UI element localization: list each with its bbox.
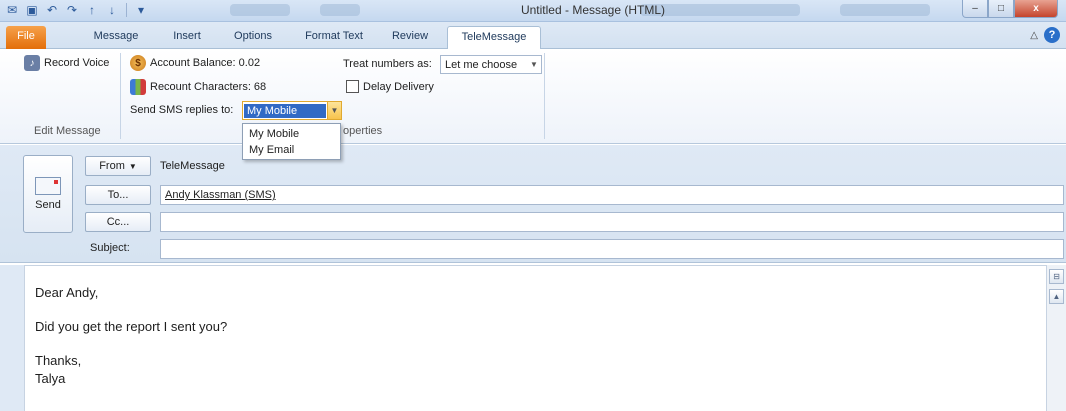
vertical-scrollbar[interactable]: ⊟ ▲ <box>1046 265 1066 411</box>
from-value: TeleMessage <box>160 160 225 172</box>
books-icon <box>130 79 146 95</box>
ribbon-body: ♪ Record Voice Edit Message $ Account Ba… <box>0 49 1066 144</box>
ruler-toggle-icon[interactable]: ⊟ <box>1049 269 1064 284</box>
delay-delivery-checkbox[interactable]: Delay Delivery <box>346 80 434 93</box>
close-button[interactable]: x <box>1014 0 1058 18</box>
send-sms-label: Send SMS replies to: <box>130 104 234 116</box>
account-balance-button[interactable]: $ Account Balance: 0.02 <box>130 55 260 71</box>
group-separator <box>120 53 121 139</box>
maximize-button[interactable]: □ <box>988 0 1014 18</box>
cc-field[interactable] <box>160 212 1064 232</box>
left-margin <box>0 265 24 411</box>
from-button[interactable]: From ▼ <box>85 156 151 176</box>
dropdown-option-my-email[interactable]: My Email <box>243 142 340 158</box>
record-voice-label: Record Voice <box>44 57 110 69</box>
send-sms-combo[interactable]: My Mobile ▼ <box>242 101 342 120</box>
ribbon-right-controls: △ ? <box>1030 27 1060 43</box>
account-balance-label: Account Balance: 0.02 <box>150 57 261 69</box>
chevron-down-icon[interactable]: ▼ <box>527 56 541 73</box>
chevron-down-icon: ▼ <box>128 161 137 171</box>
envelope-icon <box>35 177 61 195</box>
body-line: Dear Andy, <box>35 285 99 300</box>
ribbon-tabs: File Message Insert Options Format Text … <box>0 22 1066 50</box>
window-controls: – □ x <box>962 0 1058 18</box>
recount-characters-label: Recount Characters: 68 <box>150 81 267 93</box>
subject-label: Subject: <box>90 242 130 254</box>
dropdown-option-my-mobile[interactable]: My Mobile <box>243 126 340 142</box>
send-sms-value: My Mobile <box>244 103 326 118</box>
group-separator <box>544 53 545 139</box>
subject-field[interactable] <box>160 239 1064 259</box>
window-title: Untitled - Message (HTML) <box>520 3 666 17</box>
record-voice-button[interactable]: ♪ Record Voice <box>24 55 109 71</box>
group-label-edit-message: Edit Message <box>34 125 101 137</box>
message-body[interactable]: Dear Andy, Did you get the report I sent… <box>24 265 1046 411</box>
to-button[interactable]: To... <box>85 185 151 205</box>
scroll-up-button[interactable]: ▲ <box>1049 289 1064 304</box>
treat-numbers-label: Treat numbers as: <box>343 58 432 70</box>
coin-icon: $ <box>130 55 146 71</box>
help-icon[interactable]: ? <box>1044 27 1060 43</box>
ribbon-collapse-icon[interactable]: △ <box>1030 30 1038 41</box>
tab-file[interactable]: File <box>6 26 46 49</box>
send-sms-dropdown: My Mobile My Email <box>242 123 341 160</box>
delay-delivery-label: Delay Delivery <box>363 80 434 93</box>
cc-button[interactable]: Cc... <box>85 212 151 232</box>
tab-insert[interactable]: Insert <box>162 26 212 49</box>
group-label-properties: operties <box>343 125 383 137</box>
recount-characters-button[interactable]: Recount Characters: 68 <box>130 79 266 95</box>
tab-format-text[interactable]: Format Text <box>299 26 369 49</box>
send-label: Send <box>35 199 61 211</box>
tab-telemessage[interactable]: TeleMessage <box>447 26 541 50</box>
checkbox-icon[interactable] <box>346 80 359 93</box>
minimize-button[interactable]: – <box>962 0 988 18</box>
from-label: From <box>99 160 125 172</box>
treat-numbers-value: Let me choose <box>445 58 518 71</box>
body-line: Did you get the report I sent you? <box>35 319 228 334</box>
treat-numbers-combo[interactable]: Let me choose ▼ <box>440 55 542 74</box>
recipient-chip[interactable]: Andy Klassman (SMS) <box>165 189 276 201</box>
to-field[interactable]: Andy Klassman (SMS) <box>160 185 1064 205</box>
body-line: Talya <box>35 371 66 386</box>
microphone-icon: ♪ <box>24 55 40 71</box>
send-button[interactable]: Send <box>23 155 73 233</box>
tab-options[interactable]: Options <box>226 26 280 49</box>
body-line: Thanks, <box>35 353 82 368</box>
tab-message[interactable]: Message <box>88 26 144 49</box>
tab-review[interactable]: Review <box>386 26 434 49</box>
chevron-down-icon[interactable]: ▼ <box>327 102 341 119</box>
title-bar: ✉ ▣ ↶ ↷ ↑ ↓ ▾ Untitled - Message (HTML) … <box>0 0 1066 22</box>
